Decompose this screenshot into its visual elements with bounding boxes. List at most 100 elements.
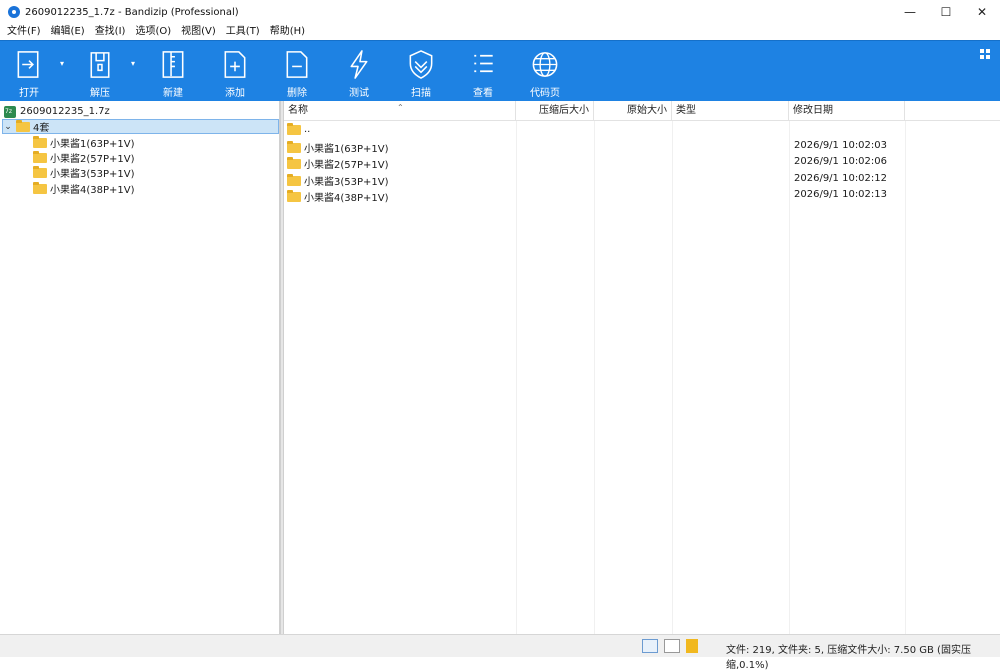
menu-view[interactable]: 视图(V) [176, 24, 221, 40]
tree-root-label: 2609012235_1.7z [20, 106, 110, 117]
layout-grid-icon[interactable] [980, 49, 990, 59]
list-view-icon [474, 54, 493, 73]
file-row[interactable]: 小果酱1(63P+1V) 2026/9/1 10:02:03 [284, 138, 1000, 155]
folder-icon [33, 150, 47, 163]
folder-icon [287, 189, 301, 202]
folder-icon [287, 156, 301, 169]
file-date: 2026/9/1 10:02:03 [794, 140, 888, 151]
window-title: 2609012235_1.7z - Bandizip (Professional… [25, 6, 239, 18]
menu-tools[interactable]: 工具(T) [221, 24, 265, 40]
codepage-label: 代码页 [530, 88, 560, 99]
add-button[interactable]: 添加 [209, 49, 261, 99]
view-mode-switcher [642, 639, 698, 653]
column-header-original[interactable]: 原始大小 [594, 101, 672, 121]
tree-folder-4tao[interactable]: ⌄ 4套 [2, 119, 279, 134]
add-label: 添加 [225, 88, 245, 99]
folder-icon [33, 135, 47, 148]
lightning-icon [350, 50, 368, 79]
tree-folder-label: 4套 [33, 123, 50, 134]
codepage-button[interactable]: 代码页 [519, 49, 571, 99]
7z-archive-icon [4, 105, 16, 118]
view-label: 查看 [473, 88, 493, 99]
tree-item[interactable]: 小果酱3(53P+1V) [33, 165, 273, 180]
scan-button[interactable]: 扫描 [395, 49, 447, 99]
close-button[interactable]: ✕ [964, 0, 1000, 24]
extract-button[interactable]: 解压 [74, 49, 126, 99]
toolbar: 打开 ▾ 解压 ▾ 新建 添加 删除 测试 扫描 查看 代码页 [0, 40, 1000, 101]
column-header-compressed[interactable]: 压缩后大小 [516, 101, 594, 121]
column-header-name[interactable]: 名称 ⌃ [284, 101, 516, 121]
open-icon [17, 51, 39, 78]
tree-item[interactable]: 小果酱4(38P+1V) [33, 181, 273, 196]
menu-help[interactable]: 帮助(H) [265, 24, 310, 40]
extract-icon [90, 52, 110, 78]
extract-dropdown-arrow[interactable]: ▾ [131, 59, 135, 68]
menu-find[interactable]: 查找(I) [90, 24, 131, 40]
thumbnail-view-icon[interactable] [664, 639, 680, 653]
delete-button[interactable]: 删除 [271, 49, 323, 99]
tree-item-label: 小果酱4(38P+1V) [50, 185, 135, 196]
file-date: 2026/9/1 10:02:06 [794, 156, 888, 167]
tree-item-label: 小果酱3(53P+1V) [50, 169, 135, 180]
maximize-button[interactable]: ☐ [928, 0, 964, 24]
window-controls: — ☐ ✕ [892, 0, 1000, 24]
title-bar: 2609012235_1.7z - Bandizip (Professional… [0, 0, 1000, 24]
sort-ascending-icon: ⌃ [397, 103, 404, 112]
open-dropdown-arrow[interactable]: ▾ [60, 59, 64, 68]
open-button[interactable]: 打开 [3, 49, 55, 99]
menu-options[interactable]: 选项(O) [130, 24, 176, 40]
menu-file[interactable]: 文件(F) [2, 24, 46, 40]
new-archive-icon [162, 51, 184, 78]
file-name: 小果酱2(57P+1V) [304, 160, 389, 171]
view-button[interactable]: 查看 [457, 49, 509, 99]
new-label: 新建 [163, 88, 183, 99]
folder-icon [287, 122, 301, 135]
file-name: .. [304, 124, 311, 135]
menu-edit[interactable]: 编辑(E) [46, 24, 90, 40]
menu-bar: 文件(F) 编辑(E) 查找(I) 选项(O) 视图(V) 工具(T) 帮助(H… [0, 24, 1000, 40]
file-name: 小果酱3(53P+1V) [304, 177, 389, 188]
status-text: 文件: 219, 文件夹: 5, 压缩文件大小: 7.50 GB (固实压缩,0… [726, 645, 971, 671]
bandizip-window: 2609012235_1.7z - Bandizip (Professional… [0, 0, 1000, 671]
archive-info-icon[interactable] [686, 639, 698, 653]
tree-item-label: 小果酱2(57P+1V) [50, 154, 135, 165]
delete-label: 删除 [287, 88, 307, 99]
file-row[interactable]: 小果酱3(53P+1V) 2026/9/1 10:02:12 [284, 171, 1000, 188]
bandizip-app-icon [8, 6, 20, 18]
details-view-icon[interactable] [642, 639, 658, 653]
folder-tree-pane[interactable]: 2609012235_1.7z ⌄ 4套 小果酱1(63P+1V) 小果酱2(5… [0, 101, 280, 634]
tree-item[interactable]: 小果酱1(63P+1V) [33, 135, 273, 150]
add-file-icon [224, 51, 246, 78]
status-bar: 文件: 219, 文件夹: 5, 压缩文件大小: 7.50 GB (固实压缩,0… [0, 634, 1000, 671]
column-header-modified[interactable]: 修改日期 [789, 101, 905, 121]
globe-icon [532, 52, 558, 77]
folder-icon [287, 173, 301, 186]
folder-icon [287, 140, 301, 153]
extract-label: 解压 [90, 88, 110, 99]
chevron-down-icon[interactable]: ⌄ [3, 122, 13, 132]
list-header: 名称 ⌃ 压缩后大小 原始大小 类型 修改日期 [284, 101, 1000, 121]
folder-icon [16, 119, 30, 132]
file-date: 2026/9/1 10:02:13 [794, 189, 888, 200]
tree-item-label: 小果酱1(63P+1V) [50, 139, 135, 150]
column-name-label: 名称 [288, 105, 308, 116]
test-button[interactable]: 测试 [333, 49, 385, 99]
file-row[interactable]: 小果酱4(38P+1V) 2026/9/1 10:02:13 [284, 187, 1000, 204]
delete-file-icon [286, 51, 308, 78]
shield-icon [409, 50, 433, 79]
file-list-pane[interactable]: 名称 ⌃ 压缩后大小 原始大小 类型 修改日期 .. 小果酱1(63P+1V) … [284, 101, 1000, 634]
file-name: 小果酱4(38P+1V) [304, 193, 389, 204]
tree-root-archive[interactable]: 2609012235_1.7z [4, 104, 274, 119]
column-header-type[interactable]: 类型 [672, 101, 789, 121]
tree-item[interactable]: 小果酱2(57P+1V) [33, 150, 273, 165]
file-row-parent[interactable]: .. [284, 122, 1000, 138]
file-row[interactable]: 小果酱2(57P+1V) 2026/9/1 10:02:06 [284, 154, 1000, 171]
new-button[interactable]: 新建 [147, 49, 199, 99]
file-name: 小果酱1(63P+1V) [304, 144, 389, 155]
folder-icon [33, 165, 47, 178]
scan-label: 扫描 [411, 88, 431, 99]
file-date: 2026/9/1 10:02:12 [794, 173, 888, 184]
folder-icon [33, 181, 47, 194]
minimize-button[interactable]: — [892, 0, 928, 24]
open-label: 打开 [19, 88, 39, 99]
